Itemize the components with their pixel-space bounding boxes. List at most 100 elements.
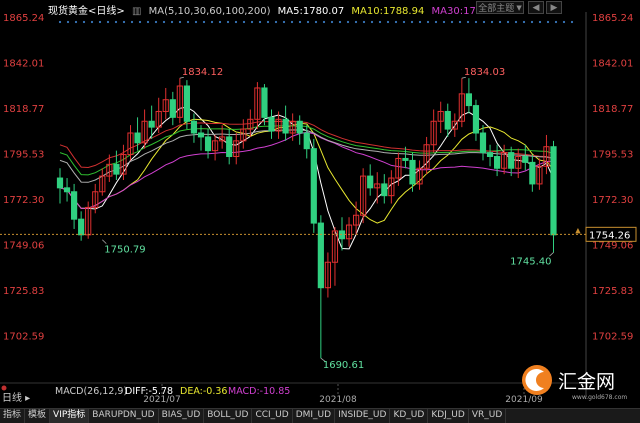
left-price-tick: 1842.01	[3, 59, 44, 70]
annotation-low1: 1750.79	[104, 245, 145, 256]
marker-dot	[210, 20, 214, 24]
candle-body[interactable]	[479, 132, 487, 154]
left-price-tick: 1795.53	[3, 150, 44, 161]
marker-dot	[234, 20, 238, 24]
marker-dot	[266, 20, 270, 24]
candle-body[interactable]	[78, 218, 85, 236]
tab-bias_ud[interactable]: BIAS_UD	[159, 409, 205, 423]
candle-body[interactable]	[381, 183, 388, 197]
marker-dot	[362, 20, 366, 24]
candle-body[interactable]	[113, 163, 120, 175]
marker-dot	[458, 20, 462, 24]
candle-body[interactable]	[550, 146, 557, 236]
candle-body[interactable]	[494, 156, 501, 169]
candle-body[interactable]	[529, 161, 536, 185]
marker-dot	[186, 20, 190, 24]
date-label: 2021/08	[319, 395, 357, 405]
macd-label: MACD(26,12,9)	[55, 386, 127, 397]
marker-dot	[490, 20, 494, 24]
tab-kd_ud[interactable]: KD_UD	[390, 409, 429, 423]
annotation-low3: 1745.40	[510, 256, 551, 267]
ma10-value: MA10:1788.94	[351, 6, 425, 17]
macd-dea: DEA:-0.36	[180, 386, 227, 397]
marker-dot	[90, 20, 94, 24]
marker-dot	[418, 20, 422, 24]
tab-cci_ud[interactable]: CCI_UD	[252, 409, 293, 423]
marker-dot	[474, 20, 478, 24]
candlestick-chart[interactable]: 1865.24 1865.24 1842.01 1842.01 1818.77 1818.…	[0, 0, 640, 422]
tab-inside_ud[interactable]: INSIDE_UD	[335, 409, 391, 423]
candle-body[interactable]	[268, 116, 275, 132]
tab-模板[interactable]: 模板	[25, 409, 51, 423]
tab-kdj_ud[interactable]: KDJ_UD	[428, 409, 469, 423]
candle-body[interactable]	[409, 159, 416, 185]
tab-boll_ud[interactable]: BOLL_UD	[204, 409, 253, 423]
marker-dot	[170, 20, 174, 24]
marker-dot	[98, 20, 102, 24]
right-price-tick: 1865.24	[592, 13, 633, 24]
left-price-tick: 1818.77	[3, 104, 44, 115]
marker-dot	[274, 20, 278, 24]
candle-body[interactable]	[296, 120, 303, 134]
candle-body[interactable]	[317, 222, 324, 289]
right-price-tick: 1842.01	[592, 59, 633, 70]
candle-body[interactable]	[261, 87, 268, 118]
candle-body[interactable]	[338, 230, 346, 240]
candle-body[interactable]	[282, 118, 289, 134]
candle-body[interactable]	[508, 152, 515, 169]
marker-dot	[58, 20, 62, 24]
marker-dot	[562, 20, 566, 24]
candle-body[interactable]	[522, 156, 529, 163]
candle-body[interactable]	[71, 191, 78, 220]
marker-dot	[506, 20, 510, 24]
candle-body[interactable]	[169, 99, 176, 118]
marker-dot	[354, 20, 358, 24]
marker-dot	[114, 20, 118, 24]
marker-dot	[546, 20, 550, 24]
marker-dot	[314, 20, 318, 24]
tab-指标[interactable]: 指标	[0, 409, 26, 423]
candle-body[interactable]	[148, 120, 155, 128]
candle-body[interactable]	[465, 93, 472, 107]
candle-body[interactable]	[402, 157, 409, 161]
candle-body[interactable]	[367, 175, 374, 189]
tab-barupdn_ud[interactable]: BARUPDN_UD	[89, 409, 159, 423]
candle-body[interactable]	[486, 152, 494, 158]
right-price-tick: 1818.77	[592, 104, 633, 115]
tab-vip指标[interactable]: VIP指标	[50, 409, 90, 423]
marker-dot	[482, 20, 486, 24]
candle-body[interactable]	[204, 136, 212, 152]
candle-body[interactable]	[303, 132, 310, 150]
candle-body[interactable]	[444, 110, 451, 130]
candle-body[interactable]	[134, 132, 141, 144]
logo-text: 汇金网	[558, 371, 615, 393]
left-price-tick: 1725.83	[3, 286, 44, 297]
chart-title: 现货黄金<日线>	[48, 6, 125, 17]
candle-body[interactable]	[63, 187, 71, 193]
marker-dot	[154, 20, 158, 24]
candle-body[interactable]	[56, 177, 64, 189]
marker-dot	[250, 20, 254, 24]
left-price-tick: 1865.24	[3, 13, 44, 24]
tab-vr_ud[interactable]: VR_UD	[469, 409, 507, 423]
marker-dot	[426, 20, 430, 24]
candle-body[interactable]	[310, 148, 317, 224]
marker-dot	[522, 20, 526, 24]
tab-dmi_ud[interactable]: DMI_UD	[293, 409, 336, 423]
prev-button[interactable]: ◀	[528, 1, 544, 14]
right-price-tick: 1725.83	[592, 286, 633, 297]
candle-body[interactable]	[472, 105, 480, 134]
theme-label: 全部主题	[478, 4, 515, 14]
marker-dot	[554, 20, 558, 24]
candle-body[interactable]	[190, 120, 198, 134]
marker-dot	[442, 20, 446, 24]
candle-body[interactable]	[226, 136, 233, 158]
candle-body[interactable]	[197, 132, 205, 138]
marker-dot	[394, 20, 398, 24]
macd-value: MACD:-10.85	[228, 386, 290, 397]
theme-dropdown[interactable]: 全部主题 ▼	[476, 1, 524, 14]
candle-body[interactable]	[183, 85, 191, 122]
marker-dot	[322, 20, 326, 24]
next-button[interactable]: ▶	[546, 1, 562, 14]
marker-dot	[242, 20, 246, 24]
